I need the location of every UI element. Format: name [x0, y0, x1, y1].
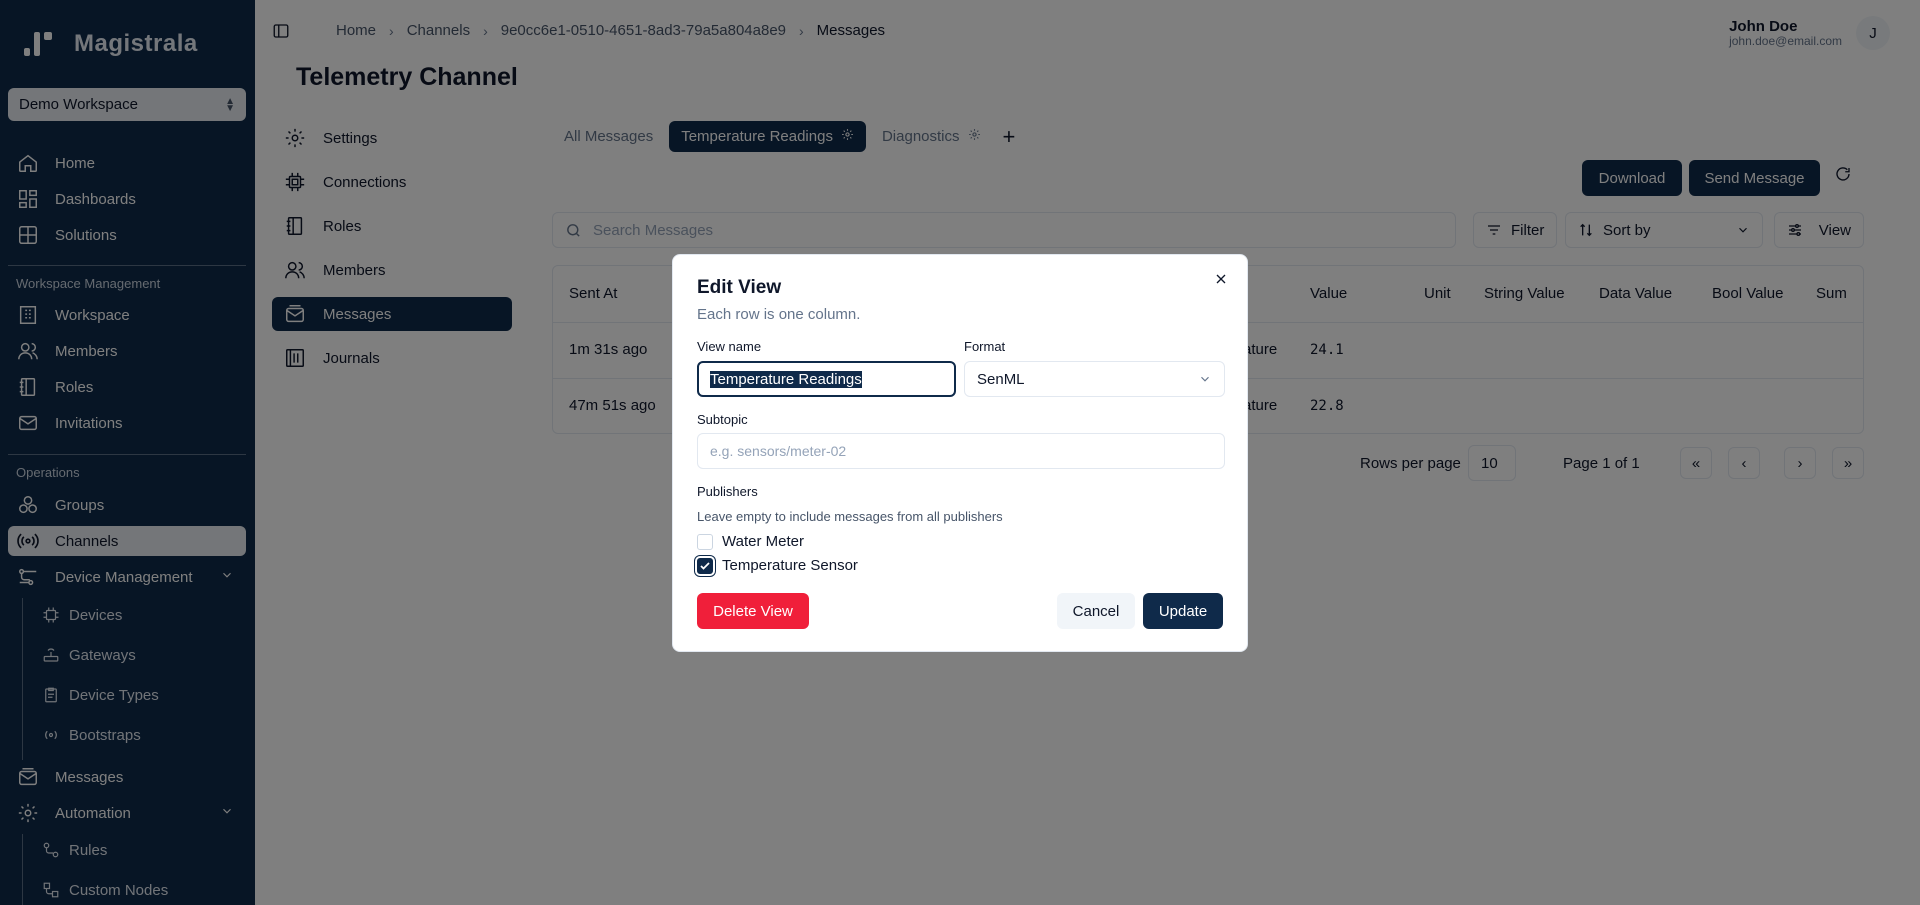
subtopic-input[interactable]: e.g. sensors/meter-02 — [697, 433, 1225, 469]
view-name-value: Temperature Readings — [710, 370, 862, 388]
view-name-input[interactable]: Temperature Readings — [697, 361, 956, 397]
checkbox[interactable] — [697, 533, 713, 550]
subtopic-placeholder: e.g. sensors/meter-02 — [710, 443, 847, 459]
cancel-button[interactable]: Cancel — [1057, 593, 1135, 629]
checkbox[interactable] — [697, 557, 713, 574]
publishers-help: Leave empty to include messages from all… — [697, 509, 1003, 524]
publisher-water-meter[interactable]: Water Meter — [697, 533, 804, 550]
publisher-label: Water Meter — [722, 533, 804, 550]
format-value: SenML — [977, 370, 1025, 388]
check-icon — [700, 561, 710, 570]
delete-view-button[interactable]: Delete View — [697, 593, 809, 629]
format-label: Format — [964, 339, 1006, 354]
publishers-label: Publishers — [697, 484, 758, 499]
subtopic-label: Subtopic — [697, 412, 748, 427]
dialog-description: Each row is one column. — [697, 306, 861, 323]
update-button[interactable]: Update — [1143, 593, 1223, 629]
publisher-temperature-sensor[interactable]: Temperature Sensor — [697, 557, 858, 574]
format-select[interactable]: SenML — [964, 361, 1225, 397]
view-name-label: View name — [697, 339, 762, 354]
dialog-title: Edit View — [697, 277, 782, 298]
publisher-label: Temperature Sensor — [722, 557, 858, 574]
close-icon[interactable] — [1213, 271, 1229, 291]
edit-view-dialog: Edit View Each row is one column. View n… — [672, 254, 1248, 652]
chevron-down-icon — [1201, 376, 1209, 382]
